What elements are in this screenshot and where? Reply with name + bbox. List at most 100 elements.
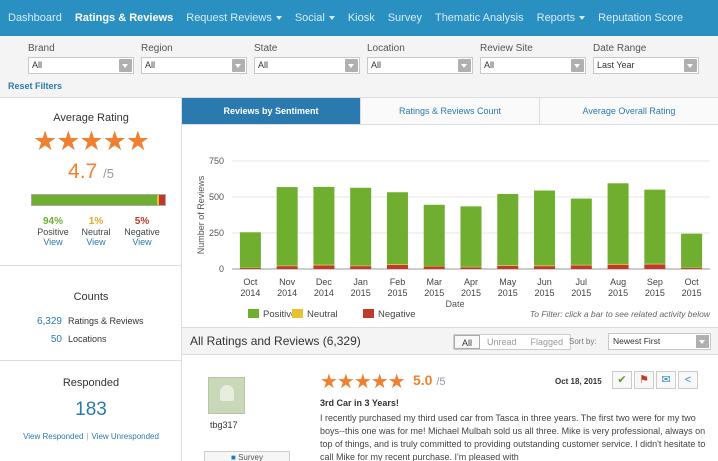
bar-neutral [239, 267, 261, 269]
x-axis-label: Date [445, 299, 464, 309]
nav-survey[interactable]: Survey [388, 12, 422, 24]
nav-dashboard[interactable]: Dashboard [8, 12, 62, 24]
x-tick-label: 2015 [535, 288, 555, 298]
state-select-value: All [258, 60, 269, 70]
date-range-filter: Date Range Last Year [593, 43, 699, 74]
chevron-down-icon [458, 59, 471, 72]
share-icon[interactable]: < [678, 371, 698, 389]
tab-ratings-reviews-count[interactable]: Ratings & Reviews Count [361, 98, 540, 124]
nav-thematic-analysis[interactable]: Thematic Analysis [435, 12, 524, 24]
bar-positive [460, 206, 482, 267]
average-rating-panel: Average Rating ★★★★★ 4.7 /5 94% Positive… [0, 98, 182, 266]
sort-select[interactable]: Newest First [608, 333, 711, 350]
counts-panel [0, 266, 182, 361]
bar-negative [644, 264, 666, 269]
bar-negative [386, 264, 408, 269]
bar-neutral [534, 265, 556, 267]
region-select[interactable]: All [141, 57, 247, 74]
bar-neutral [276, 265, 298, 267]
neutral-summary: 1% Neutral View [74, 216, 118, 247]
sort-label: Sort by: [569, 337, 597, 346]
location-select[interactable]: All [367, 57, 473, 74]
nav-reports[interactable]: Reports [537, 12, 586, 24]
legend-label: Positive [263, 309, 296, 320]
review-username[interactable]: tbg317 [210, 420, 238, 430]
review-headline: 3rd Car in 3 Years! [320, 398, 399, 408]
bar-negative [607, 264, 629, 269]
view-responded-link[interactable]: View Responded [23, 432, 83, 441]
bar-positive [313, 186, 335, 265]
bar-neutral [313, 264, 335, 266]
x-tick-label: Jun [537, 277, 552, 287]
bar-positive [350, 187, 372, 266]
survey-button[interactable]: ■ Survey [204, 451, 290, 461]
region-filter: Region All [141, 43, 247, 74]
brand-select[interactable]: All [28, 57, 134, 74]
count-reviews-row: 6,329 Ratings & Reviews [0, 316, 182, 327]
average-rating-title: Average Rating [53, 112, 129, 124]
sentiment-bar [31, 194, 166, 206]
location-select-value: All [371, 60, 382, 70]
segment-flagged[interactable]: Flagged [524, 335, 571, 349]
review-site-select[interactable]: All [480, 57, 586, 74]
location-filter: Location All [367, 43, 473, 74]
x-tick-label: Oct [243, 277, 258, 287]
date-range-select[interactable]: Last Year [593, 57, 699, 74]
state-select[interactable]: All [254, 57, 360, 74]
average-rating-value: 4.7 /5 [0, 160, 182, 184]
segment-all[interactable]: All [454, 335, 481, 349]
nav-reputation-score[interactable]: Reputation Score [598, 12, 683, 24]
chevron-down-icon [571, 59, 584, 72]
x-tick-label: Apr [464, 277, 478, 287]
reset-filters-link[interactable]: Reset Filters [8, 81, 62, 91]
chevron-down-icon [684, 59, 697, 72]
x-tick-label: 2015 [571, 288, 591, 298]
tab-average-overall-rating[interactable]: Average Overall Rating [540, 98, 718, 124]
link-separator: | [86, 432, 89, 441]
nav-reports-label: Reports [536, 12, 576, 24]
state-filter: State All [254, 43, 360, 74]
star-rating-icon: ★★★★★ [32, 126, 150, 156]
x-tick-label: Sep [647, 277, 663, 287]
bar-neutral [644, 263, 666, 265]
segment-unread[interactable]: Unread [480, 335, 524, 349]
flag-icon[interactable]: ⚑ [634, 371, 654, 389]
count-reviews-value[interactable]: 6,329 [0, 316, 62, 327]
count-locations-value[interactable]: 50 [0, 334, 62, 345]
bar-positive [239, 232, 261, 268]
avatar [208, 377, 245, 414]
y-axis-label: Number of Reviews [196, 175, 206, 254]
review-site-select-value: All [484, 60, 495, 70]
chevron-down-icon [696, 335, 709, 348]
survey-button-label: Survey [238, 453, 263, 461]
neutral-view-link[interactable]: View [74, 237, 118, 247]
view-unresponded-link[interactable]: View Unresponded [91, 432, 158, 441]
tab-reviews-by-sentiment[interactable]: Reviews by Sentiment [182, 98, 361, 124]
bar-positive [423, 204, 445, 266]
email-icon[interactable]: ✉ [656, 371, 676, 389]
region-filter-label: Region [141, 43, 173, 54]
x-tick-label: Aug [610, 277, 626, 287]
y-tick-label: 250 [209, 228, 224, 238]
positive-view-link[interactable]: View [31, 237, 75, 247]
x-tick-label: 2015 [351, 288, 371, 298]
bar-negative [423, 266, 445, 269]
nav-social[interactable]: Social [295, 12, 335, 24]
negative-view-link[interactable]: View [120, 237, 164, 247]
negative-label: Negative [124, 227, 160, 237]
bar-neutral [460, 266, 482, 268]
brand-filter-label: Brand [28, 43, 55, 54]
reviews-title: All Ratings and Reviews (6,329) [190, 334, 361, 348]
chevron-down-icon [328, 16, 335, 21]
review-actions: ✔ ⚑ ✉ < [610, 371, 698, 389]
sentiment-bar-negative [159, 195, 165, 205]
nav-ratings-reviews[interactable]: Ratings & Reviews [75, 12, 173, 24]
bar-negative [276, 266, 298, 269]
nav-kiosk[interactable]: Kiosk [348, 12, 375, 24]
negative-pct: 5% [134, 216, 150, 227]
nav-request-reviews[interactable]: Request Reviews [186, 12, 282, 24]
check-icon[interactable]: ✔ [612, 371, 632, 389]
legend-label: Negative [378, 309, 416, 320]
x-tick-label: May [499, 277, 517, 287]
neutral-pct: 1% [88, 216, 104, 227]
